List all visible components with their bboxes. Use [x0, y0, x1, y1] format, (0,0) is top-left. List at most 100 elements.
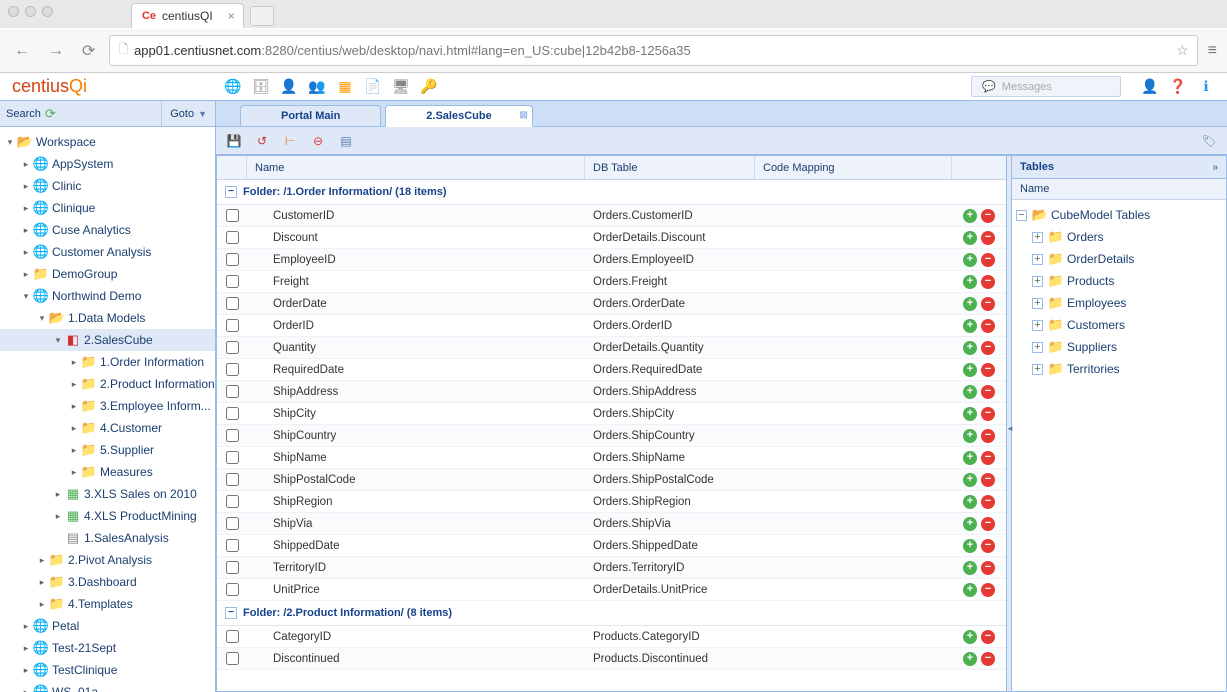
- tree-node[interactable]: ▸📁3.Dashboard: [0, 571, 215, 593]
- forward-button[interactable]: →: [44, 42, 68, 60]
- row-checkbox[interactable]: [226, 253, 239, 266]
- add-icon[interactable]: +: [963, 341, 977, 355]
- tree-toggle-icon[interactable]: ▾: [52, 331, 64, 349]
- tree-toggle-icon[interactable]: ▸: [20, 617, 32, 635]
- tree-toggle-icon[interactable]: +: [1032, 254, 1043, 265]
- table-row[interactable]: QuantityOrderDetails.Quantity+−: [217, 337, 1006, 359]
- tree-node[interactable]: ▸📁Measures: [0, 461, 215, 483]
- tree-toggle-icon[interactable]: ▸: [20, 155, 32, 173]
- table-row[interactable]: OrderIDOrders.OrderID+−: [217, 315, 1006, 337]
- add-icon[interactable]: +: [963, 561, 977, 575]
- tree-toggle-icon[interactable]: ▾: [36, 309, 48, 327]
- add-icon[interactable]: +: [963, 451, 977, 465]
- remove-icon[interactable]: −: [981, 407, 995, 421]
- tree-node[interactable]: ▸🌐Cuse Analytics: [0, 219, 215, 241]
- add-icon[interactable]: +: [963, 407, 977, 421]
- splitter[interactable]: [1006, 156, 1012, 691]
- tree-node[interactable]: +📁Customers: [1012, 314, 1226, 336]
- doc-icon[interactable]: 📄: [364, 78, 382, 96]
- table-row[interactable]: ShipNameOrders.ShipName+−: [217, 447, 1006, 469]
- tree-structure-icon[interactable]: ⊢: [280, 131, 300, 151]
- tree-node[interactable]: ▸🌐Petal: [0, 615, 215, 637]
- remove-icon[interactable]: −: [981, 363, 995, 377]
- table-row[interactable]: OrderDateOrders.OrderDate+−: [217, 293, 1006, 315]
- add-icon[interactable]: +: [963, 495, 977, 509]
- row-checkbox[interactable]: [226, 297, 239, 310]
- tree-toggle-icon[interactable]: +: [1032, 276, 1043, 287]
- tree-toggle-icon[interactable]: ▸: [68, 375, 80, 393]
- group-header[interactable]: −Folder: /1.Order Information/ (18 items…: [217, 180, 1006, 205]
- remove-icon[interactable]: −: [981, 517, 995, 531]
- info-icon[interactable]: ℹ: [1197, 78, 1215, 96]
- remove-icon[interactable]: −: [981, 652, 995, 666]
- tree-node[interactable]: ▸📁2.Product Information: [0, 373, 215, 395]
- tree-node[interactable]: ▾🌐Northwind Demo: [0, 285, 215, 307]
- tag-icon[interactable]: 🏷: [1199, 131, 1219, 151]
- tree-node[interactable]: ▤1.SalesAnalysis: [0, 527, 215, 549]
- table-row[interactable]: ShippedDateOrders.ShippedDate+−: [217, 535, 1006, 557]
- table-row[interactable]: ShipPostalCodeOrders.ShipPostalCode+−: [217, 469, 1006, 491]
- tree-node[interactable]: ▸📁5.Supplier: [0, 439, 215, 461]
- add-icon[interactable]: +: [963, 473, 977, 487]
- user-icon[interactable]: 👤: [1141, 78, 1159, 96]
- tree-toggle-icon[interactable]: ▾: [4, 133, 16, 151]
- tree-node[interactable]: ▸🌐AppSystem: [0, 153, 215, 175]
- key-icon[interactable]: 🔑: [420, 78, 438, 96]
- main-tab[interactable]: 2.SalesCube⊠: [385, 105, 532, 127]
- remove-icon[interactable]: −: [981, 231, 995, 245]
- tree-toggle-icon[interactable]: ▸: [68, 441, 80, 459]
- globe-icon[interactable]: 🌐: [224, 78, 242, 96]
- add-icon[interactable]: +: [963, 275, 977, 289]
- tree-toggle-icon[interactable]: ▸: [68, 397, 80, 415]
- tree-node[interactable]: −📂CubeModel Tables: [1012, 204, 1226, 226]
- back-button[interactable]: ←: [10, 42, 34, 60]
- bookmark-icon[interactable]: ☆: [1176, 42, 1189, 59]
- tree-toggle-icon[interactable]: ▸: [20, 221, 32, 239]
- refresh-icon[interactable]: ↺: [252, 131, 272, 151]
- remove-icon[interactable]: −: [981, 451, 995, 465]
- tree-toggle-icon[interactable]: +: [1032, 342, 1043, 353]
- collapse-icon[interactable]: −: [225, 186, 237, 198]
- remove-icon[interactable]: −: [981, 495, 995, 509]
- tree-toggle-icon[interactable]: ▸: [20, 177, 32, 195]
- table-row[interactable]: FreightOrders.Freight+−: [217, 271, 1006, 293]
- tree-toggle-icon[interactable]: ▸: [52, 485, 64, 503]
- server-icon[interactable]: 🖥: [392, 78, 410, 96]
- row-checkbox[interactable]: [226, 583, 239, 596]
- save-icon[interactable]: 💾: [224, 131, 244, 151]
- row-checkbox[interactable]: [226, 652, 239, 665]
- close-icon[interactable]: ⊠: [519, 110, 527, 121]
- tree-toggle-icon[interactable]: ▸: [68, 463, 80, 481]
- tree-node[interactable]: +📁Orders: [1012, 226, 1226, 248]
- add-icon[interactable]: +: [963, 319, 977, 333]
- grid-icon[interactable]: ▦: [336, 78, 354, 96]
- tree-toggle-icon[interactable]: +: [1032, 298, 1043, 309]
- table-row[interactable]: ShipCountryOrders.ShipCountry+−: [217, 425, 1006, 447]
- remove-icon[interactable]: −: [981, 319, 995, 333]
- tree-toggle-icon[interactable]: −: [1016, 210, 1027, 221]
- remove-icon[interactable]: −: [981, 473, 995, 487]
- remove-icon[interactable]: −: [981, 209, 995, 223]
- table-row[interactable]: EmployeeIDOrders.EmployeeID+−: [217, 249, 1006, 271]
- tree-toggle-icon[interactable]: ▸: [36, 551, 48, 569]
- search-go-icon[interactable]: ⟳: [45, 106, 56, 122]
- add-icon[interactable]: +: [963, 231, 977, 245]
- tree-toggle-icon[interactable]: ▸: [20, 661, 32, 679]
- tree-node[interactable]: ▾◧2.SalesCube: [0, 329, 215, 351]
- add-icon[interactable]: +: [963, 209, 977, 223]
- remove-icon[interactable]: −: [981, 539, 995, 553]
- tree-node[interactable]: ▸🌐Customer Analysis: [0, 241, 215, 263]
- row-checkbox[interactable]: [226, 451, 239, 464]
- hierarchy-icon[interactable]: 👤: [280, 78, 298, 96]
- table-row[interactable]: TerritoryIDOrders.TerritoryID+−: [217, 557, 1006, 579]
- row-checkbox[interactable]: [226, 385, 239, 398]
- table-row[interactable]: CustomerIDOrders.CustomerID+−: [217, 205, 1006, 227]
- add-icon[interactable]: +: [963, 583, 977, 597]
- tree-node[interactable]: ▸🌐Clinique: [0, 197, 215, 219]
- table-row[interactable]: DiscountOrderDetails.Discount+−: [217, 227, 1006, 249]
- tree-node[interactable]: ▸▦4.XLS ProductMining: [0, 505, 215, 527]
- add-icon[interactable]: +: [963, 429, 977, 443]
- tree-toggle-icon[interactable]: +: [1032, 320, 1043, 331]
- tree-toggle-icon[interactable]: ▾: [20, 287, 32, 305]
- tree-toggle-icon[interactable]: ▸: [36, 573, 48, 591]
